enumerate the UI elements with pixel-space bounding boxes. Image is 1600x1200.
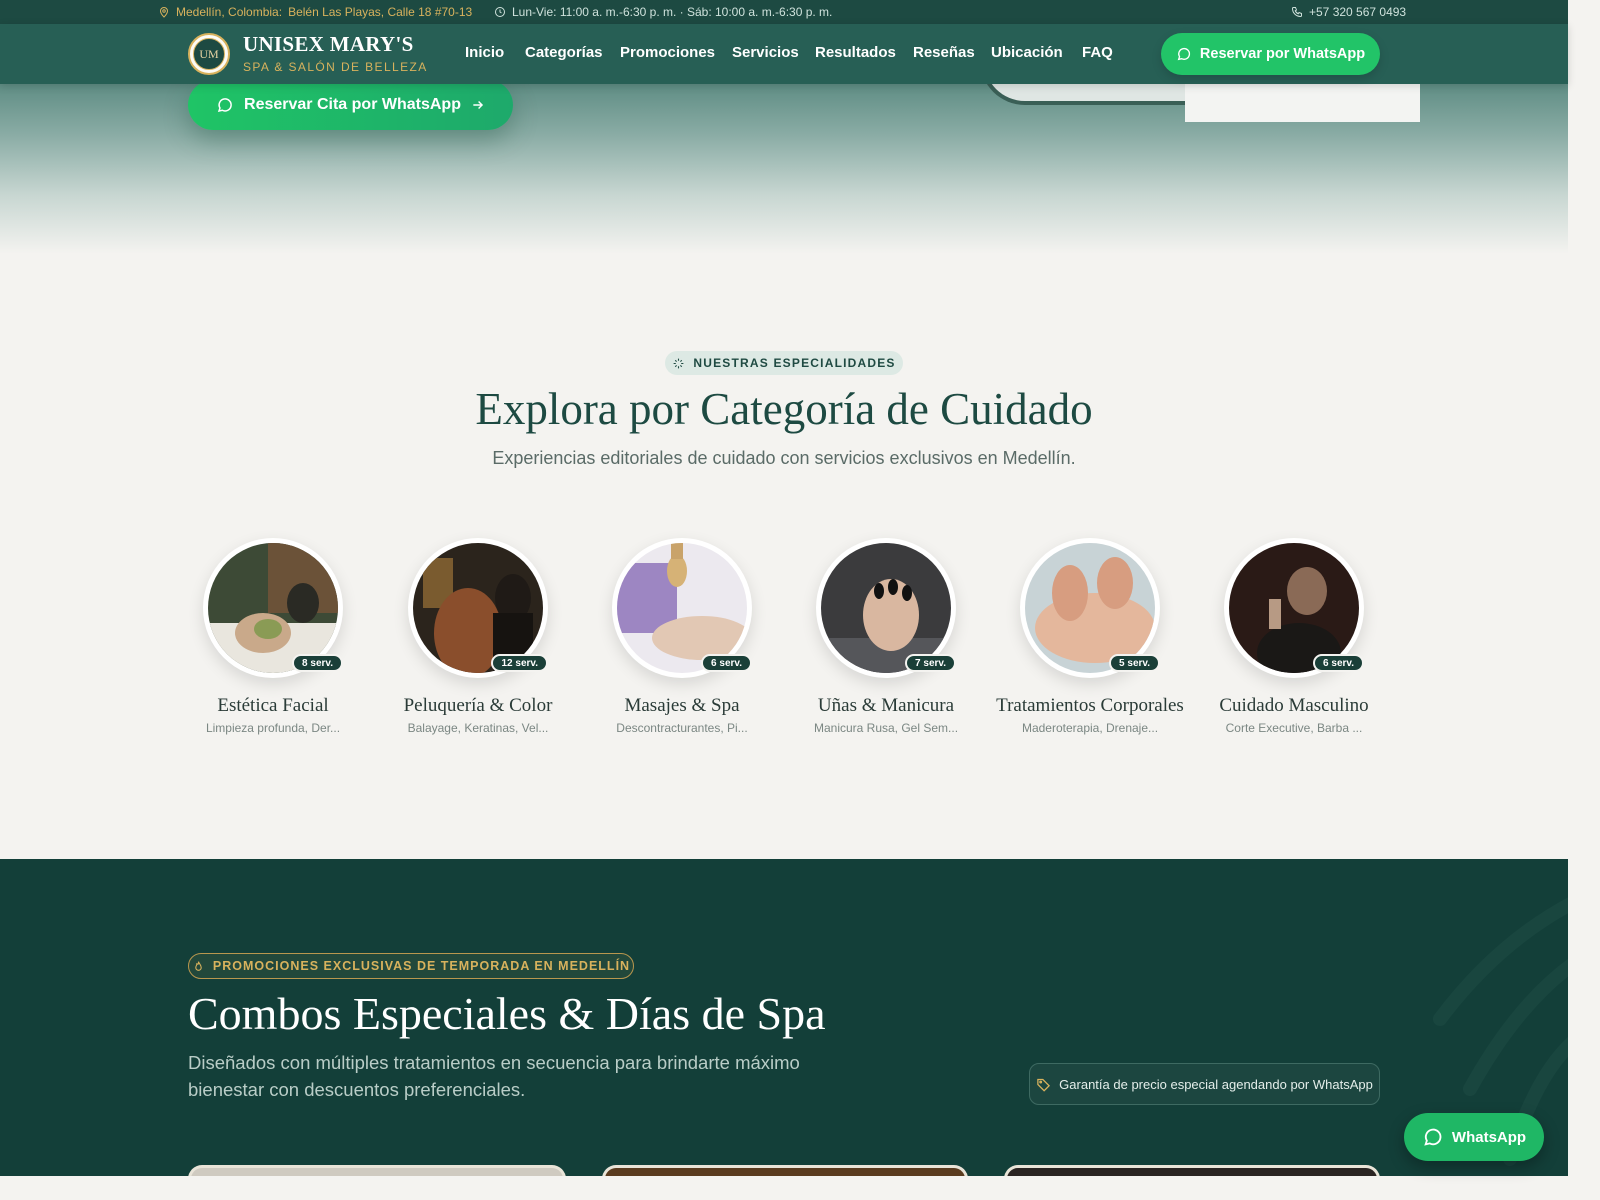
category-description: Balayage, Keratinas, Vel... xyxy=(407,721,549,735)
phone-info[interactable]: +57 320 567 0493 xyxy=(1291,0,1406,24)
top-info-bar: Medellín, Colombia: Belén Las Playas, Ca… xyxy=(0,0,1568,24)
category-name: Uñas & Manicura xyxy=(817,695,955,716)
phone-icon xyxy=(1291,7,1302,18)
category-description: Limpieza profunda, Der... xyxy=(205,721,341,735)
sparkles-icon xyxy=(673,358,684,368)
whatsapp-icon xyxy=(1177,47,1190,61)
category-card-unas-manicura[interactable]: 7 serv. Uñas & Manicura Manicura Rusa, G… xyxy=(784,538,988,735)
nav-link-resenas[interactable]: Reseñas xyxy=(913,44,975,61)
map-pin-icon xyxy=(159,7,169,18)
brand-tagline: SPA & SALÓN DE BELLEZA xyxy=(243,60,428,74)
promo-card[interactable] xyxy=(602,1165,968,1176)
whatsapp-icon xyxy=(217,98,232,113)
promotions-badge: PROMOCIONES EXCLUSIVAS DE TEMPORADA EN M… xyxy=(188,953,634,979)
main-navbar: UM UNISEX MARY'S SPA & SALÓN DE BELLEZA … xyxy=(0,24,1568,84)
phone-number[interactable]: +57 320 567 0493 xyxy=(1309,5,1406,19)
promotions-subtitle: Diseñados con múltiples tratamientos en … xyxy=(188,1052,800,1100)
category-image: 12 serv. xyxy=(408,538,548,678)
nav-link-categorias[interactable]: Categorías xyxy=(525,44,603,61)
categories-subtitle: Experiencias editoriales de cuidado con … xyxy=(492,448,1076,468)
nav-link-faq[interactable]: FAQ xyxy=(1082,44,1113,61)
category-image: 5 serv. xyxy=(1020,538,1160,678)
category-card-tratamientos-corporales[interactable]: 5 serv. Tratamientos Corporales Maderote… xyxy=(988,538,1192,735)
category-image: 6 serv. xyxy=(1224,538,1364,678)
category-count-badge: 5 serv. xyxy=(1109,654,1160,672)
category-count-badge: 7 serv. xyxy=(905,654,956,672)
promotions-badge-label: PROMOCIONES EXCLUSIVAS DE TEMPORADA EN M… xyxy=(212,959,631,973)
promo-card[interactable] xyxy=(188,1165,566,1176)
category-image: 7 serv. xyxy=(816,538,956,678)
category-description: Descontracturantes, Pi... xyxy=(616,721,748,735)
hours-info: Lun-Vie: 11:00 a. m.-6:30 p. m. · Sáb: 1… xyxy=(494,0,832,24)
category-count-badge: 12 serv. xyxy=(491,654,548,672)
specialties-badge: NUESTRAS ESPECIALIDADES xyxy=(665,351,903,375)
category-description: Corte Executive, Barba ... xyxy=(1225,721,1363,735)
clock-icon xyxy=(495,7,505,17)
tag-icon xyxy=(1037,1078,1051,1092)
brand-logo[interactable]: UM xyxy=(188,33,230,75)
category-name: Tratamientos Corporales xyxy=(996,695,1184,716)
floating-whatsapp-button[interactable]: WhatsApp xyxy=(1404,1113,1544,1161)
price-guarantee-label: Garantía de precio especial agendando po… xyxy=(1059,1076,1373,1092)
brand-monogram: UM xyxy=(193,38,225,70)
category-description: Manicura Rusa, Gel Sem... xyxy=(813,721,959,735)
categories-title: Explora por Categoría de Cuidado xyxy=(475,384,1093,434)
category-card-masajes-spa[interactable]: 6 serv. Masajes & Spa Descontracturantes… xyxy=(580,538,784,735)
nav-whatsapp-button[interactable]: Reservar por WhatsApp xyxy=(1161,33,1380,75)
promotions-section: PROMOCIONES EXCLUSIVAS DE TEMPORADA EN M… xyxy=(0,859,1568,1176)
location-address: Belén Las Playas, Calle 18 #70-13 xyxy=(288,5,473,19)
category-description: Maderoterapia, Drenaje... xyxy=(1021,721,1159,735)
category-card-cuidado-masculino[interactable]: 6 serv. Cuidado Masculino Corte Executiv… xyxy=(1192,538,1396,735)
location-city: Medellín, Colombia: xyxy=(176,5,283,19)
arrow-right-icon xyxy=(473,101,484,109)
category-name: Estética Facial xyxy=(217,695,329,716)
category-card-estetica-facial[interactable]: 8 serv. Estética Facial Limpieza profund… xyxy=(171,538,375,735)
category-image: 6 serv. xyxy=(612,538,752,678)
floating-whatsapp-label: WhatsApp xyxy=(1451,1128,1527,1146)
category-image: 8 serv. xyxy=(203,538,343,678)
nav-link-servicios[interactable]: Servicios xyxy=(732,44,799,61)
nav-cta-label: Reservar por WhatsApp xyxy=(1199,46,1366,62)
flame-icon xyxy=(195,960,202,971)
promo-card[interactable] xyxy=(1004,1165,1380,1176)
category-count-badge: 6 serv. xyxy=(701,654,752,672)
category-name: Cuidado Masculino xyxy=(1219,695,1369,716)
hero-info-card xyxy=(1185,84,1420,122)
brand-name[interactable]: UNISEX MARY'S xyxy=(243,32,414,57)
nav-link-ubicacion[interactable]: Ubicación xyxy=(991,44,1063,61)
category-count-badge: 6 serv. xyxy=(1313,654,1364,672)
hero-whatsapp-cta-button[interactable]: Reservar Cita por WhatsApp xyxy=(188,80,513,130)
opening-hours: Lun-Vie: 11:00 a. m.-6:30 p. m. · Sáb: 1… xyxy=(512,5,833,19)
nav-link-inicio[interactable]: Inicio xyxy=(465,44,504,61)
nav-link-promociones[interactable]: Promociones xyxy=(620,44,715,61)
promotions-title: Combos Especiales & Días de Spa xyxy=(188,988,826,1039)
location-info: Medellín, Colombia: Belén Las Playas, Ca… xyxy=(158,0,472,24)
price-guarantee-badge: Garantía de precio especial agendando po… xyxy=(1029,1063,1380,1105)
nav-link-resultados[interactable]: Resultados xyxy=(815,44,896,61)
category-name: Masajes & Spa xyxy=(624,695,740,716)
category-name: Peluquería & Color xyxy=(403,695,553,716)
specialties-badge-label: NUESTRAS ESPECIALIDADES xyxy=(693,356,896,370)
hero-cta-label: Reservar Cita por WhatsApp xyxy=(244,96,461,113)
category-card-peluqueria-color[interactable]: 12 serv. Peluquería & Color Balayage, Ke… xyxy=(376,538,580,735)
whatsapp-icon xyxy=(1424,1128,1442,1146)
category-count-badge: 8 serv. xyxy=(292,654,343,672)
